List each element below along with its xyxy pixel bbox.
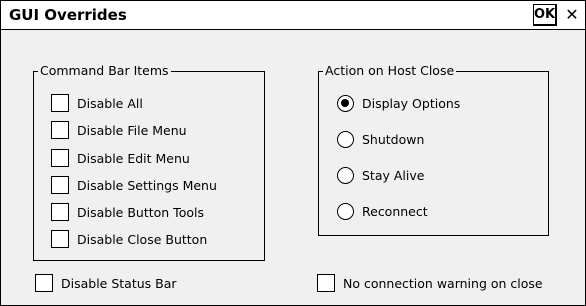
checkbox-label: Disable File Menu: [77, 122, 187, 138]
radio-button[interactable]: [337, 94, 354, 112]
no-connection-warning-checkbox[interactable]: No connection warning on close: [317, 273, 543, 293]
checkbox-label: Disable Button Tools: [77, 204, 204, 220]
checkbox-box[interactable]: [317, 274, 335, 292]
close-icon[interactable]: ✕: [561, 4, 583, 26]
title-bar: GUI Overrides OK ✕: [1, 1, 585, 30]
radio-label: Reconnect: [362, 203, 428, 219]
disable-all-checkbox[interactable]: Disable All: [51, 93, 143, 113]
ok-button[interactable]: OK: [533, 4, 557, 26]
radio-button[interactable]: [337, 130, 354, 148]
host-close-action-title: Action on Host Close: [323, 63, 457, 79]
checkbox-box[interactable]: [35, 274, 53, 292]
radio-button[interactable]: [337, 166, 354, 184]
checkbox-label: No connection warning on close: [343, 275, 543, 291]
disable-file-menu-checkbox[interactable]: Disable File Menu: [51, 120, 187, 140]
disable-settings-menu-checkbox[interactable]: Disable Settings Menu: [51, 175, 217, 195]
checkbox-label: Disable All: [77, 95, 143, 111]
gui-overrides-dialog: GUI Overrides OK ✕ Command Bar Items Dis…: [0, 0, 586, 306]
radio-label: Shutdown: [362, 131, 425, 147]
checkbox-label: Disable Edit Menu: [77, 150, 190, 166]
radio-label: Display Options: [362, 95, 461, 111]
disable-close-button-checkbox[interactable]: Disable Close Button: [51, 229, 207, 249]
stay-alive-radio[interactable]: Stay Alive: [337, 165, 424, 185]
disable-status-bar-checkbox[interactable]: Disable Status Bar: [35, 273, 177, 293]
checkbox-box[interactable]: [51, 203, 69, 221]
checkbox-label: Disable Close Button: [77, 231, 208, 247]
radio-label: Stay Alive: [362, 167, 425, 183]
reconnect-radio[interactable]: Reconnect: [337, 201, 428, 221]
checkbox-box[interactable]: [51, 176, 69, 194]
checkbox-label: Disable Settings Menu: [77, 177, 217, 193]
checkbox-box[interactable]: [51, 121, 69, 139]
checkbox-label: Disable Status Bar: [61, 275, 177, 291]
disable-button-tools-checkbox[interactable]: Disable Button Tools: [51, 202, 204, 222]
checkbox-box[interactable]: [51, 149, 69, 167]
radio-button[interactable]: [337, 202, 354, 220]
checkbox-box[interactable]: [51, 230, 69, 248]
checkbox-box[interactable]: [51, 94, 69, 112]
disable-edit-menu-checkbox[interactable]: Disable Edit Menu: [51, 148, 190, 168]
dialog-title: GUI Overrides: [9, 6, 127, 24]
command-bar-items-title: Command Bar Items: [38, 63, 171, 79]
display-options-radio[interactable]: Display Options: [337, 93, 460, 113]
shutdown-radio[interactable]: Shutdown: [337, 129, 424, 149]
